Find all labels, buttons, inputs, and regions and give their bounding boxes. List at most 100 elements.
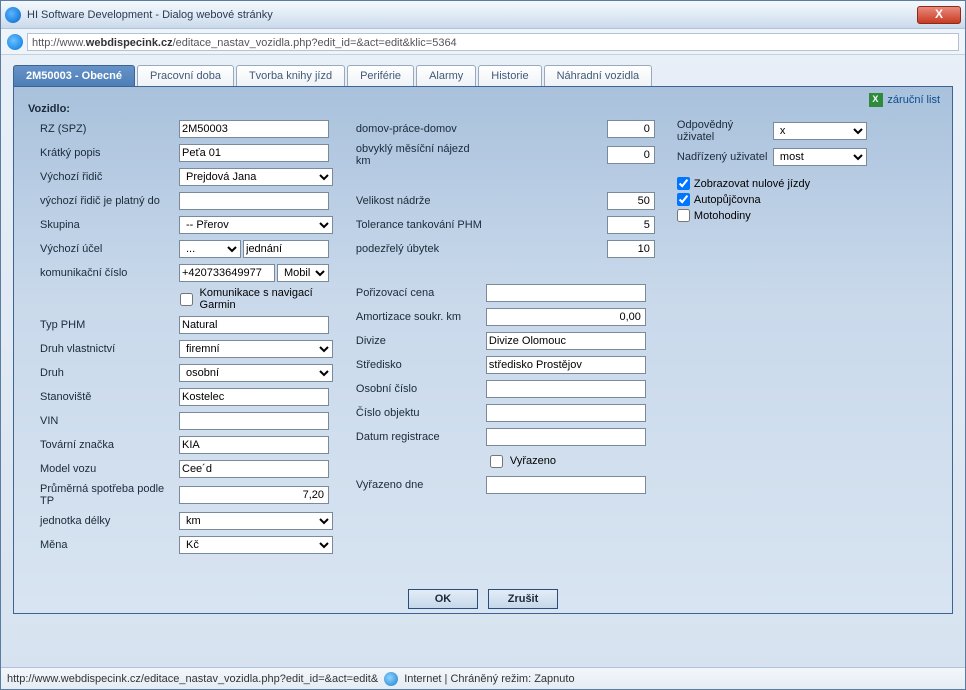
sup-select[interactable]: most (773, 148, 867, 166)
owner-label: Druh vlastnictví (24, 343, 179, 355)
objnum-label: Číslo objektu (356, 407, 486, 419)
rz-input[interactable] (179, 120, 329, 138)
rental-checkbox[interactable] (677, 193, 690, 206)
purpose-label: Výchozí účel (24, 243, 179, 255)
pnum-input[interactable] (486, 380, 646, 398)
monthly-input[interactable] (607, 146, 655, 164)
purpose-input[interactable] (243, 240, 329, 258)
status-bar: http://www.webdispecink.cz/editace_nasta… (1, 667, 965, 689)
ok-button[interactable]: OK (408, 589, 478, 609)
url-field[interactable]: http://www.webdispecink.cz/editace_nasta… (27, 33, 959, 51)
group-select[interactable]: -- Přerov (179, 216, 333, 234)
station-input[interactable] (179, 388, 329, 406)
div-label: Divize (356, 335, 486, 347)
ie-icon (5, 7, 21, 23)
currency-label: Měna (24, 539, 179, 551)
driver-until-label: výchozí řidič je platný do (24, 195, 179, 207)
currency-select[interactable]: Kč (179, 536, 333, 554)
xls-icon (869, 93, 883, 107)
section-vehicle-title: Vozidlo: (28, 103, 942, 115)
amort-label: Amortizace soukr. km (356, 311, 486, 323)
tab-obecne[interactable]: 2M50003 - Obecné (13, 65, 135, 87)
driver-until-input[interactable] (179, 192, 329, 210)
tank-label: Velikost nádrže (356, 195, 486, 207)
tab-historie[interactable]: Historie (478, 65, 541, 87)
center-input[interactable] (486, 356, 646, 374)
tab-alarmy[interactable]: Alarmy (416, 65, 476, 87)
window-title: HI Software Development - Dialog webové … (27, 9, 273, 21)
phm-input[interactable] (179, 316, 329, 334)
tab-periferie[interactable]: Periférie (347, 65, 414, 87)
comm-label: komunikační číslo (24, 267, 179, 279)
discard-label: Vyřazeno (510, 455, 556, 467)
div-input[interactable] (486, 332, 646, 350)
tab-nahradni[interactable]: Náhradní vozidla (544, 65, 653, 87)
amort-input[interactable] (486, 308, 646, 326)
tol-input[interactable] (607, 216, 655, 234)
globe-icon (384, 672, 398, 686)
short-input[interactable] (179, 144, 329, 162)
hwh-input[interactable] (607, 120, 655, 138)
garmin-label: Komunikace s navigací Garmin (200, 287, 348, 311)
tab-pracovni-doba[interactable]: Pracovní doba (137, 65, 234, 87)
brand-label: Tovární značka (24, 439, 179, 451)
purpose-select[interactable]: ... (179, 240, 241, 258)
content-area: 2M50003 - Obecné Pracovní doba Tvorba kn… (1, 55, 965, 655)
model-input[interactable] (179, 460, 329, 478)
pnum-label: Osobní číslo (356, 383, 486, 395)
show-zero-label: Zobrazovat nulové jízdy (694, 178, 810, 190)
susp-input[interactable] (607, 240, 655, 258)
tab-strip: 2M50003 - Obecné Pracovní doba Tvorba kn… (13, 65, 953, 87)
column-left: RZ (SPZ) Krátký popis Výchozí řidič Prej… (24, 119, 348, 559)
discard-date-label: Vyřazeno dne (356, 479, 486, 491)
column-middle: domov-práce-domov obvyklý měsíční nájezd… (356, 119, 655, 499)
resp-select[interactable]: x (773, 122, 867, 140)
tab-kniha-jizd[interactable]: Tvorba knihy jízd (236, 65, 345, 87)
discard-date-input[interactable] (486, 476, 646, 494)
price-input[interactable] (486, 284, 646, 302)
motohours-checkbox[interactable] (677, 209, 690, 222)
group-label: Skupina (24, 219, 179, 231)
tol-label: Tolerance tankování PHM (356, 219, 486, 231)
hwh-label: domov-práce-domov (356, 123, 486, 135)
ie-icon (7, 34, 23, 50)
garmin-checkbox[interactable] (180, 293, 193, 306)
column-right: Odpovědný uživatel x Nadřízený uživatel … (663, 119, 942, 225)
show-zero-checkbox[interactable] (677, 177, 690, 190)
reg-label: Datum registrace (356, 431, 486, 443)
cons-input[interactable] (179, 486, 329, 504)
tank-input[interactable] (607, 192, 655, 210)
owner-select[interactable]: firemní (179, 340, 333, 358)
unit-select[interactable]: km (179, 512, 333, 530)
center-label: Středisko (356, 359, 486, 371)
dialog-window: HI Software Development - Dialog webové … (0, 0, 966, 690)
vin-label: VIN (24, 415, 179, 427)
kind-select[interactable]: osobní (179, 364, 333, 382)
resp-label: Odpovědný uživatel (663, 119, 773, 143)
driver-select[interactable]: Prejdová Jana (179, 168, 333, 186)
driver-label: Výchozí řidič (24, 171, 179, 183)
close-button[interactable]: X (917, 6, 961, 24)
rz-label: RZ (SPZ) (24, 123, 179, 135)
discard-checkbox[interactable] (490, 455, 503, 468)
reg-input[interactable] (486, 428, 646, 446)
short-label: Krátký popis (24, 147, 179, 159)
brand-input[interactable] (179, 436, 329, 454)
titlebar: HI Software Development - Dialog webové … (1, 1, 965, 29)
form-panel: záruční list Vozidlo: RZ (SPZ) Krátký po… (13, 86, 953, 614)
cons-label: Průměrná spotřeba podle TP (24, 483, 179, 507)
comm-input[interactable] (179, 264, 275, 282)
monthly-label: obvyklý měsíční nájezd km (356, 143, 486, 167)
station-label: Stanoviště (24, 391, 179, 403)
status-zone: Internet | Chráněný režim: Zapnuto (404, 673, 574, 685)
rental-label: Autopůjčovna (694, 194, 761, 206)
model-label: Model vozu (24, 463, 179, 475)
price-label: Pořizovací cena (356, 287, 486, 299)
warranty-link[interactable]: záruční list (869, 93, 940, 107)
unit-label: jednotka délky (24, 515, 179, 527)
comm-type-select[interactable]: Mobil (277, 264, 329, 282)
vin-input[interactable] (179, 412, 329, 430)
objnum-input[interactable] (486, 404, 646, 422)
cancel-button[interactable]: Zrušit (488, 589, 558, 609)
sup-label: Nadřízený uživatel (663, 151, 773, 163)
